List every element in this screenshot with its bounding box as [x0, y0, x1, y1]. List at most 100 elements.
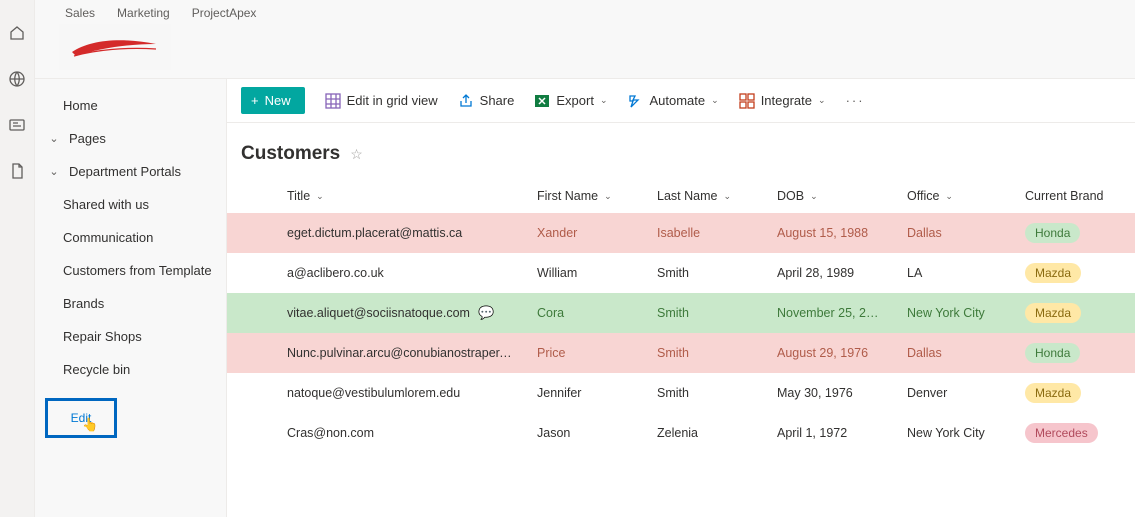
brand-pill: Honda — [1025, 343, 1080, 363]
site-logo[interactable] — [59, 24, 171, 70]
automate-button[interactable]: Automate ⌄ — [627, 93, 718, 109]
grid-edit-icon — [325, 93, 341, 109]
col-last-name[interactable]: Last Name ⌄ — [657, 189, 731, 203]
cell-first-name: William — [525, 253, 645, 293]
cell-last-name: Smith — [645, 373, 765, 413]
chevron-down-icon: ⌄ — [47, 165, 61, 178]
nav-brands[interactable]: Brands — [35, 287, 226, 320]
cell-office: New York City — [895, 293, 1025, 333]
nav-recycle-bin[interactable]: Recycle bin — [35, 353, 226, 386]
news-icon[interactable] — [8, 116, 26, 134]
home-icon[interactable] — [8, 24, 26, 42]
cell-dob: April 1, 1972 — [765, 413, 895, 453]
cell-dob: May 30, 1976 — [765, 373, 895, 413]
customers-table: Title ⌄ First Name⌄ Last Name ⌄ DOB ⌄ Offic… — [227, 179, 1135, 453]
nav-edit-button[interactable]: Edit 👆 — [45, 398, 117, 438]
nav-home[interactable]: Home — [35, 89, 226, 122]
cell-title[interactable]: Nunc.pulvinar.arcu@conubianostraper.edu — [275, 333, 525, 373]
brand-pill: Mazda — [1025, 263, 1081, 283]
table-row[interactable]: Nunc.pulvinar.arcu@conubianostraper.eduP… — [227, 333, 1135, 373]
cell-dob: April 28, 1989 — [765, 253, 895, 293]
hub-link[interactable]: Sales — [65, 6, 95, 20]
new-button[interactable]: + New — [241, 87, 305, 114]
cell-dob: November 25, 2000 — [765, 293, 895, 333]
integrate-icon — [739, 93, 755, 109]
new-label: New — [265, 93, 291, 108]
cell-brand: Honda — [1025, 333, 1135, 373]
cell-first-name: Price — [525, 333, 645, 373]
chevron-down-icon: ⌄ — [600, 95, 608, 106]
table-row[interactable]: eget.dictum.placerat@mattis.caXanderIsab… — [227, 213, 1135, 253]
chevron-down-icon: ⌄ — [810, 191, 818, 202]
list-title: Customers — [241, 143, 340, 165]
cell-last-name: Smith — [645, 293, 765, 333]
nav-label: Department Portals — [69, 164, 181, 179]
table-row[interactable]: a@aclibero.co.ukWilliamSmithApril 28, 19… — [227, 253, 1135, 293]
more-button[interactable]: ··· — [846, 93, 865, 108]
nav-department-portals[interactable]: ⌄ Department Portals — [35, 155, 226, 188]
cell-brand: Mazda — [1025, 293, 1135, 333]
cell-title[interactable]: natoque@vestibulumlorem.edu — [275, 373, 525, 413]
chevron-down-icon: ⌄ — [316, 191, 324, 202]
table-row[interactable]: vitae.aliquet@sociisnatoque.com💬CoraSmit… — [227, 293, 1135, 333]
cursor-icon: 👆 — [82, 417, 98, 433]
chevron-down-icon: ⌄ — [818, 95, 826, 106]
table-row[interactable]: Cras@non.comJasonZeleniaApril 1, 1972New… — [227, 413, 1135, 453]
export-button[interactable]: Export ⌄ — [534, 93, 607, 109]
nav-communication[interactable]: Communication — [35, 221, 226, 254]
cmd-label: Export — [556, 93, 594, 108]
col-brand[interactable]: Current Brand — [1025, 189, 1104, 203]
hub-link[interactable]: Marketing — [117, 6, 170, 20]
automate-icon — [627, 93, 643, 109]
cell-first-name: Cora — [525, 293, 645, 333]
cell-title[interactable]: a@aclibero.co.uk — [275, 253, 525, 293]
share-button[interactable]: Share — [458, 93, 515, 109]
globe-icon[interactable] — [8, 70, 26, 88]
nav-customers-from-template[interactable]: Customers from Template — [35, 254, 226, 287]
col-label: Title — [287, 189, 310, 203]
cell-title[interactable]: vitae.aliquet@sociisnatoque.com💬 — [275, 293, 525, 333]
cmd-label: Integrate — [761, 93, 812, 108]
cell-brand: Mercedes — [1025, 413, 1135, 453]
cell-title[interactable]: Cras@non.com — [275, 413, 525, 453]
cell-brand: Mazda — [1025, 253, 1135, 293]
chevron-down-icon: ⌄ — [711, 95, 719, 106]
nav-label: Pages — [69, 131, 106, 146]
favorite-icon[interactable]: ☆ — [350, 146, 363, 163]
integrate-button[interactable]: Integrate ⌄ — [739, 93, 826, 109]
cmd-label: Edit in grid view — [347, 93, 438, 108]
col-label: Office — [907, 189, 939, 203]
nav-shared-with-us[interactable]: Shared with us — [35, 188, 226, 221]
col-title[interactable]: Title ⌄ — [287, 189, 324, 203]
cell-office: Dallas — [895, 213, 1025, 253]
brand-pill: Mazda — [1025, 383, 1081, 403]
cell-office: Dallas — [895, 333, 1025, 373]
file-icon[interactable] — [8, 162, 26, 180]
site-header: Sales Marketing ProjectApex — [35, 0, 1135, 79]
chevron-down-icon: ⌄ — [723, 191, 731, 202]
col-label: DOB — [777, 189, 804, 203]
cell-first-name: Jennifer — [525, 373, 645, 413]
comment-icon[interactable]: 💬 — [478, 305, 494, 320]
cell-title[interactable]: eget.dictum.placerat@mattis.ca — [275, 213, 525, 253]
hub-link[interactable]: ProjectApex — [192, 6, 257, 20]
cell-last-name: Smith — [645, 253, 765, 293]
content-area: + New Edit in grid view Share — [227, 79, 1135, 517]
cmd-label: Automate — [649, 93, 705, 108]
nav-repair-shops[interactable]: Repair Shops — [35, 320, 226, 353]
cell-office: New York City — [895, 413, 1025, 453]
col-first-name[interactable]: First Name⌄ — [537, 189, 612, 203]
col-label: Last Name — [657, 189, 717, 203]
table-row[interactable]: natoque@vestibulumlorem.eduJenniferSmith… — [227, 373, 1135, 413]
plus-icon: + — [251, 93, 259, 108]
col-office[interactable]: Office ⌄ — [907, 189, 953, 203]
nav-pages[interactable]: ⌄ Pages — [35, 122, 226, 155]
cell-brand: Honda — [1025, 213, 1135, 253]
col-dob[interactable]: DOB ⌄ — [777, 189, 818, 203]
brand-pill: Mazda — [1025, 303, 1081, 323]
hub-nav: Sales Marketing ProjectApex — [35, 0, 1135, 20]
brand-pill: Honda — [1025, 223, 1080, 243]
chevron-down-icon: ⌄ — [945, 191, 953, 202]
cell-office: Denver — [895, 373, 1025, 413]
edit-in-grid-button[interactable]: Edit in grid view — [325, 93, 438, 109]
